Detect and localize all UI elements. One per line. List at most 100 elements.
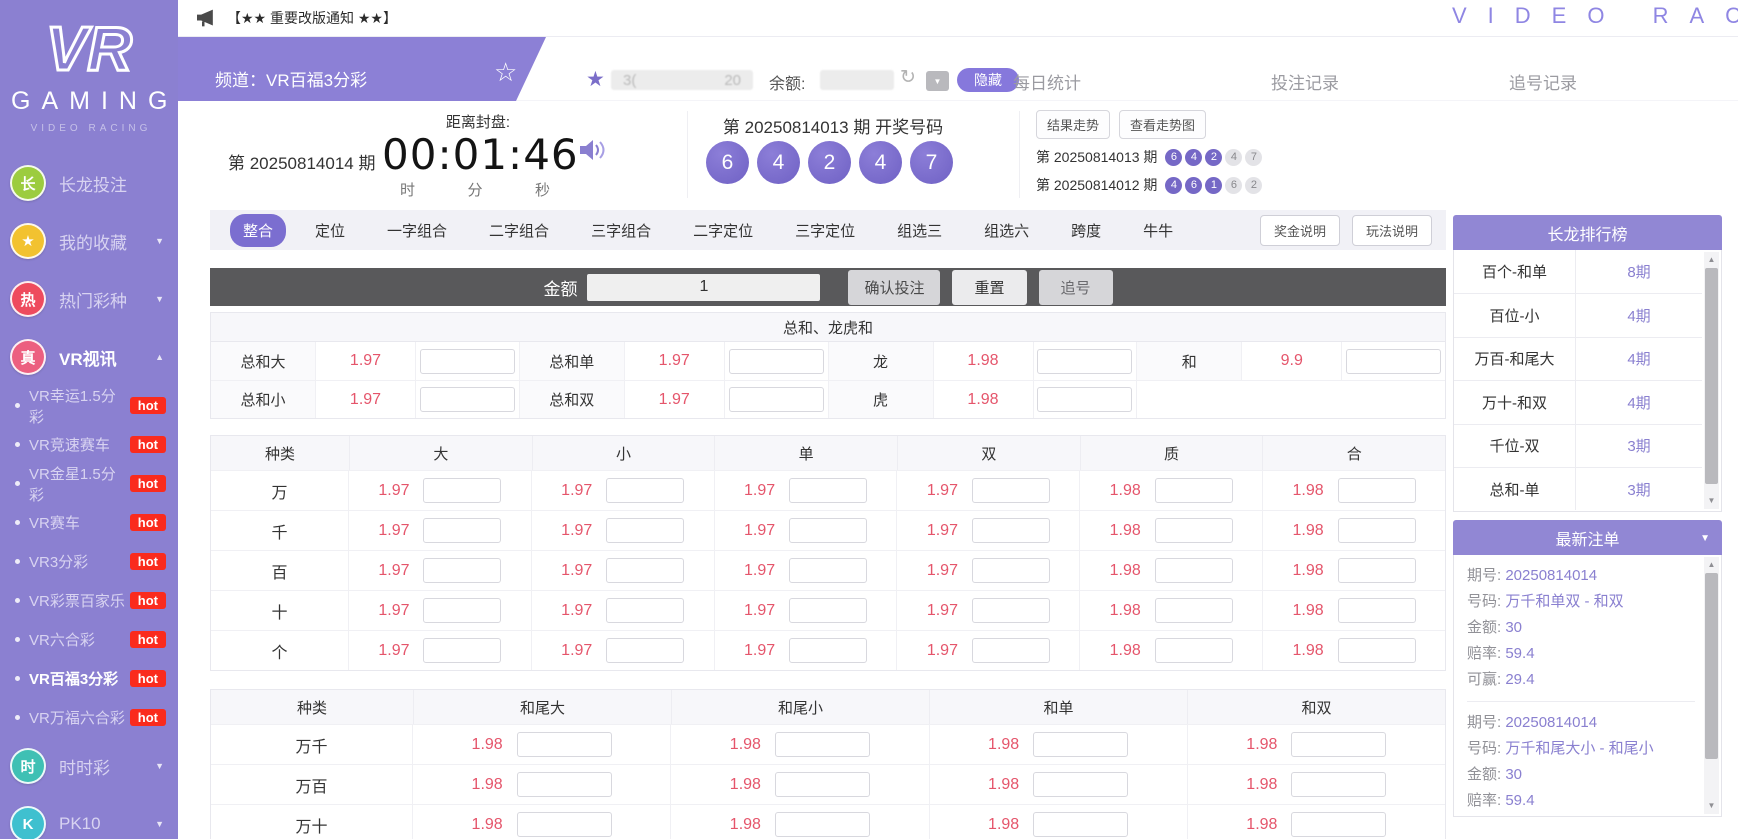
bet-amount-input[interactable] [972, 518, 1050, 543]
scroll-down-icon[interactable]: ▼ [1704, 495, 1719, 507]
result-trend-button[interactable]: 结果走势 [1036, 110, 1110, 139]
bet-amount-input[interactable] [1155, 478, 1233, 503]
bet-amount-input[interactable] [789, 598, 867, 623]
bet-amount-input[interactable] [775, 812, 870, 837]
nav-daily-stats[interactable]: 每日统计 [1013, 69, 1081, 94]
reset-button[interactable]: 重置 [952, 270, 1026, 305]
scroll-down-icon[interactable]: ▼ [1704, 800, 1719, 812]
bet-amount-input[interactable] [972, 478, 1050, 503]
sidebar-item-2[interactable]: 热热门彩种▼ [0, 270, 178, 328]
prize-help-button[interactable]: 奖金说明 [1260, 215, 1340, 246]
scroll-thumb[interactable] [1705, 573, 1718, 759]
sidebar-item-3[interactable]: 真VR视讯▲ [0, 328, 178, 386]
favorite-star-icon[interactable]: ☆ [494, 57, 517, 88]
bet-amount-input[interactable] [420, 387, 515, 412]
bet-amount-input[interactable] [972, 598, 1050, 623]
bet-amount-input[interactable] [789, 638, 867, 663]
bet-amount-input[interactable] [423, 638, 501, 663]
nav-chase-records[interactable]: 追号记录 [1509, 69, 1577, 94]
tab-6[interactable]: 三字定位 [782, 214, 868, 247]
ranking-row[interactable]: 万十-和双4期 [1454, 380, 1702, 423]
view-trend-chart-button[interactable]: 查看走势图 [1119, 110, 1206, 139]
bet-amount-input[interactable] [729, 349, 824, 374]
bet-amount-input[interactable] [1338, 638, 1416, 663]
bet-amount-input[interactable] [606, 518, 684, 543]
tab-9[interactable]: 跨度 [1058, 214, 1114, 247]
bet-amount-input[interactable] [1155, 518, 1233, 543]
collapse-chevron-icon[interactable]: ▼ [1700, 533, 1710, 544]
bet-amount-input[interactable] [517, 732, 612, 757]
bet-amount-input[interactable] [1155, 638, 1233, 663]
tab-0[interactable]: 整合 [230, 214, 286, 247]
sidebar-item-14[interactable]: KPK10▼ [0, 795, 178, 839]
bet-amount-input[interactable] [1037, 349, 1132, 374]
bet-amount-input[interactable] [423, 558, 501, 583]
bet-amount-input[interactable] [775, 772, 870, 797]
bet-amount-input[interactable] [1338, 598, 1416, 623]
sidebar-subitem-8[interactable]: VR3分彩hot [0, 542, 178, 581]
ranking-row[interactable]: 万百-和尾大4期 [1454, 337, 1702, 380]
tab-4[interactable]: 三字组合 [578, 214, 664, 247]
tab-2[interactable]: 一字组合 [374, 214, 460, 247]
scroll-up-icon[interactable]: ▲ [1704, 559, 1719, 571]
tab-8[interactable]: 组选六 [971, 214, 1042, 247]
bet-amount-input[interactable] [1346, 349, 1441, 374]
bet-amount-input[interactable] [606, 638, 684, 663]
bet-amount-input[interactable] [789, 478, 867, 503]
bet-amount-input[interactable] [517, 772, 612, 797]
bet-amount-input[interactable] [972, 638, 1050, 663]
bet-amount-input[interactable] [1291, 812, 1386, 837]
sidebar-subitem-4[interactable]: VR幸运1.5分彩hot [0, 386, 178, 425]
sidebar-subitem-10[interactable]: VR六合彩hot [0, 620, 178, 659]
bet-amount-input[interactable] [729, 387, 824, 412]
bet-amount-input[interactable] [423, 598, 501, 623]
bet-amount-input[interactable] [789, 558, 867, 583]
scrollbar[interactable]: ▲ ▼ [1704, 557, 1719, 814]
sidebar-item-0[interactable]: 长长龙投注 [0, 154, 178, 212]
bet-amount-input[interactable] [789, 518, 867, 543]
announcement-text[interactable]: 【★★ 重要改版通知 ★★】 [227, 8, 397, 28]
amount-input[interactable] [587, 274, 820, 301]
bet-amount-input[interactable] [420, 349, 515, 374]
ranking-row[interactable]: 千位-双3期 [1454, 424, 1702, 467]
scrollbar[interactable]: ▲ ▼ [1704, 252, 1719, 509]
tab-5[interactable]: 二字定位 [680, 214, 766, 247]
ranking-row[interactable]: 总和-单3期 [1454, 467, 1702, 510]
bet-amount-input[interactable] [1338, 558, 1416, 583]
bet-amount-input[interactable] [1037, 387, 1132, 412]
bet-amount-input[interactable] [517, 812, 612, 837]
dropdown-button[interactable]: ▼ [926, 71, 949, 91]
bet-amount-input[interactable] [1291, 732, 1386, 757]
bet-amount-input[interactable] [1291, 772, 1386, 797]
ranking-row[interactable]: 百位-小4期 [1454, 293, 1702, 336]
bet-amount-input[interactable] [423, 518, 501, 543]
bet-amount-input[interactable] [1338, 518, 1416, 543]
sidebar-subitem-9[interactable]: VR彩票百家乐hot [0, 581, 178, 620]
bet-amount-input[interactable] [606, 478, 684, 503]
sidebar-subitem-7[interactable]: VR赛车hot [0, 503, 178, 542]
refresh-icon[interactable]: ↻ [900, 66, 916, 89]
ranking-row[interactable]: 百个-和单8期 [1454, 250, 1702, 293]
tab-7[interactable]: 组选三 [884, 214, 955, 247]
bet-amount-input[interactable] [1338, 478, 1416, 503]
bet-amount-input[interactable] [972, 558, 1050, 583]
scroll-up-icon[interactable]: ▲ [1704, 254, 1719, 266]
tab-10[interactable]: 牛牛 [1130, 214, 1186, 247]
scroll-thumb[interactable] [1705, 268, 1718, 484]
chase-number-button[interactable]: 追号 [1039, 270, 1113, 305]
tab-3[interactable]: 二字组合 [476, 214, 562, 247]
bet-amount-input[interactable] [1155, 558, 1233, 583]
confirm-bet-button[interactable]: 确认投注 [848, 270, 940, 305]
sidebar-item-13[interactable]: 时时时彩▼ [0, 737, 178, 795]
nav-bet-records[interactable]: 投注记录 [1271, 69, 1339, 94]
tab-1[interactable]: 定位 [302, 214, 358, 247]
sidebar-subitem-5[interactable]: VR竞速赛车hot [0, 425, 178, 464]
bet-amount-input[interactable] [423, 478, 501, 503]
sidebar-subitem-12[interactable]: VR万福六合彩hot [0, 698, 178, 737]
bet-amount-input[interactable] [1033, 812, 1128, 837]
bet-amount-input[interactable] [775, 732, 870, 757]
hide-button[interactable]: 隐藏 [957, 68, 1019, 92]
bet-amount-input[interactable] [1033, 732, 1128, 757]
bet-amount-input[interactable] [1155, 598, 1233, 623]
rules-help-button[interactable]: 玩法说明 [1352, 215, 1432, 246]
